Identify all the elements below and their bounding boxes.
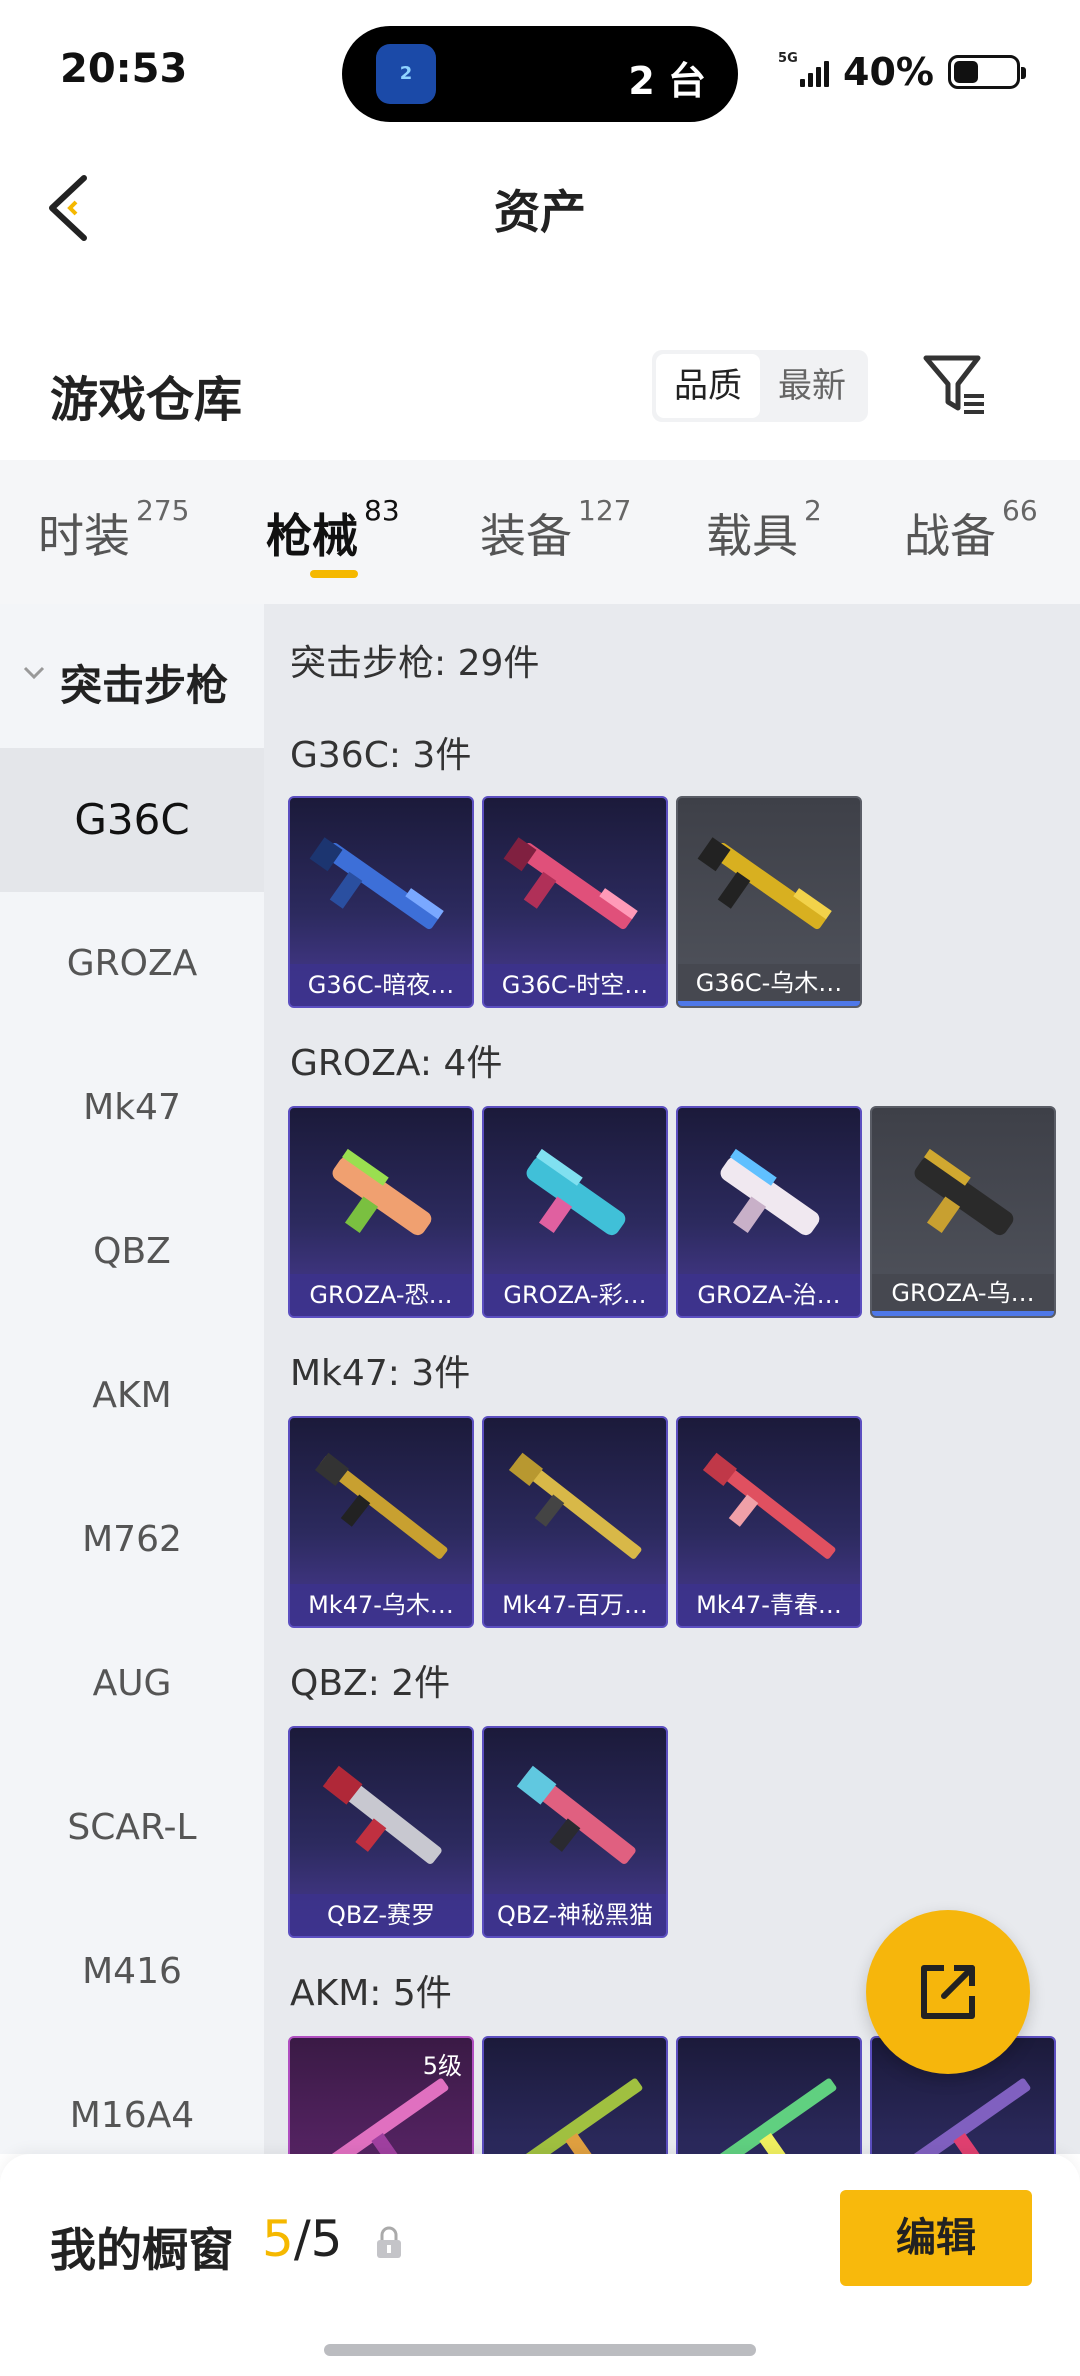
lock-icon bbox=[377, 2226, 401, 2258]
rifle-icon bbox=[332, 1148, 432, 1236]
signal-icon: 5G bbox=[778, 51, 830, 87]
rifle-icon bbox=[503, 837, 638, 930]
sort-newest-option[interactable]: 最新 bbox=[760, 354, 864, 418]
rifle-icon bbox=[516, 1765, 636, 1864]
weapon-name: QBZ-赛罗 bbox=[290, 1894, 472, 1936]
sidebar-item-m762[interactable]: M762 bbox=[0, 1468, 264, 1612]
group-title-akm: AKM: 5件 bbox=[290, 1973, 452, 2014]
weapon-card[interactable] bbox=[676, 2036, 862, 2154]
category-total: 突击步枪: 29件 bbox=[290, 643, 540, 684]
tab-vehicles[interactable]: 载具 2 bbox=[706, 494, 822, 566]
weapon-name: Mk47-百万… bbox=[484, 1584, 666, 1626]
group-title-mk47: Mk47: 3件 bbox=[290, 1353, 471, 1394]
weapon-card[interactable]: Mk47-百万… bbox=[482, 1416, 668, 1628]
weapon-card[interactable] bbox=[482, 2036, 668, 2154]
chevron-down-icon bbox=[23, 666, 45, 680]
group-title-groza: GROZA: 4件 bbox=[290, 1043, 503, 1084]
sidebar-item-m416[interactable]: M416 bbox=[0, 1900, 264, 2044]
island-app-icon: 2 bbox=[376, 44, 436, 104]
island-text: 2 台 bbox=[628, 59, 706, 103]
rifle-icon bbox=[720, 1148, 820, 1236]
weapon-name: Mk47-乌木… bbox=[290, 1584, 472, 1626]
sort-toggle: 品质 最新 bbox=[652, 350, 868, 422]
group-title-g36c: G36C: 3件 bbox=[290, 735, 472, 776]
sidebar-item-akm[interactable]: AKM bbox=[0, 1324, 264, 1468]
sidebar-item-aug[interactable]: AUG bbox=[0, 1612, 264, 1756]
rifle-icon bbox=[702, 1452, 836, 1559]
weapon-card[interactable]: GROZA-治… bbox=[676, 1106, 862, 1318]
sort-quality-option[interactable]: 品质 bbox=[656, 354, 760, 418]
weapon-name: GROZA-恐… bbox=[290, 1274, 472, 1316]
weapon-card[interactable]: GROZA-恐… bbox=[288, 1106, 474, 1318]
group-title-qbz: QBZ: 2件 bbox=[290, 1663, 451, 1704]
header: 资产 bbox=[0, 140, 1080, 270]
filter-icon bbox=[923, 355, 984, 414]
showcase-count: 5/5 bbox=[262, 2210, 343, 2268]
rifle-icon bbox=[316, 2078, 449, 2154]
sidebar-item-groza[interactable]: GROZA bbox=[0, 892, 264, 1036]
rifle-icon bbox=[309, 837, 444, 930]
battery-fill bbox=[954, 61, 978, 83]
tab-equipment[interactable]: 装备 127 bbox=[480, 494, 631, 566]
battery-percent: 40% bbox=[843, 50, 934, 94]
sidebar-group-label: 突击步枪 bbox=[60, 661, 229, 710]
weapon-card[interactable]: GROZA-彩… bbox=[482, 1106, 668, 1318]
weapon-name: GROZA-彩… bbox=[484, 1274, 666, 1316]
rifle-icon bbox=[322, 1765, 442, 1864]
weapon-card[interactable]: Mk47-乌木… bbox=[288, 1416, 474, 1628]
active-tab-indicator bbox=[310, 570, 358, 578]
rifle-icon bbox=[697, 837, 832, 930]
weapon-name: G36C-暗夜… bbox=[290, 964, 472, 1006]
weapon-card[interactable]: G36C-暗夜… bbox=[288, 796, 474, 1008]
network-type: 5G bbox=[778, 51, 798, 66]
rifle-icon bbox=[914, 1148, 1014, 1236]
filter-button[interactable] bbox=[920, 350, 990, 420]
page-title: 资产 bbox=[494, 185, 586, 239]
weapon-card[interactable]: Mk47-青春… bbox=[676, 1416, 862, 1628]
edit-button[interactable]: 编辑 bbox=[840, 2190, 1032, 2286]
tab-fashion[interactable]: 时装 275 bbox=[38, 494, 189, 566]
warehouse-title: 游戏仓库 bbox=[50, 372, 243, 428]
home-indicator[interactable] bbox=[324, 2344, 756, 2356]
weapon-name: QBZ-神秘黑猫 bbox=[484, 1894, 666, 1936]
status-bar: 20:53 2 2 台 5G 40% bbox=[0, 0, 1080, 140]
weapon-name: G36C-时空… bbox=[484, 964, 666, 1006]
weapon-card[interactable]: 5级 bbox=[288, 2036, 474, 2154]
status-right: 5G 40% bbox=[778, 50, 1026, 94]
tab-guns[interactable]: 枪械 83 bbox=[266, 494, 400, 566]
battery-icon bbox=[948, 55, 1026, 89]
share-icon bbox=[921, 1965, 975, 2019]
weapon-name: G36C-乌木… bbox=[678, 964, 860, 1006]
weapon-card[interactable]: G36C-乌木… bbox=[676, 796, 862, 1008]
showcase-label: 我的橱窗 bbox=[50, 2223, 234, 2277]
rifle-icon bbox=[508, 1452, 642, 1559]
rifle-icon bbox=[510, 2078, 643, 2154]
sidebar-item-g36c[interactable]: G36C bbox=[0, 748, 264, 892]
weapon-name: GROZA-治… bbox=[678, 1274, 860, 1316]
sidebar-item-scar-l[interactable]: SCAR-L bbox=[0, 1756, 264, 1900]
tab-gear[interactable]: 战备 66 bbox=[904, 494, 1038, 566]
weapon-sidebar: 突击步枪 G36C GROZA Mk47 QBZ AKM M762 AUG SC… bbox=[0, 604, 264, 2154]
showcase-bar: 我的橱窗 5/5 编辑 bbox=[0, 2154, 1080, 2376]
sidebar-item-mk47[interactable]: Mk47 bbox=[0, 1036, 264, 1180]
dynamic-island[interactable]: 2 2 台 bbox=[342, 26, 738, 122]
rifle-icon bbox=[898, 2078, 1031, 2154]
weapon-name: Mk47-青春… bbox=[678, 1584, 860, 1626]
rifle-icon bbox=[526, 1148, 626, 1236]
rifle-icon bbox=[314, 1452, 448, 1559]
weapon-card[interactable]: QBZ-神秘黑猫 bbox=[482, 1726, 668, 1938]
rifle-icon bbox=[704, 2078, 837, 2154]
weapon-name: GROZA-乌… bbox=[872, 1274, 1054, 1316]
status-time: 20:53 bbox=[60, 46, 188, 92]
weapon-card[interactable]: QBZ-赛罗 bbox=[288, 1726, 474, 1938]
weapon-card[interactable]: GROZA-乌… bbox=[870, 1106, 1056, 1318]
share-button[interactable] bbox=[866, 1910, 1030, 2074]
sidebar-item-m16a4[interactable]: M16A4 bbox=[0, 2044, 264, 2154]
weapon-card[interactable]: G36C-时空… bbox=[482, 796, 668, 1008]
sidebar-item-qbz[interactable]: QBZ bbox=[0, 1180, 264, 1324]
sidebar-group-assault-rifles[interactable]: 突击步枪 bbox=[0, 604, 264, 748]
category-tabs: 时装 275 枪械 83 装备 127 载具 2 战备 66 bbox=[0, 460, 1080, 604]
